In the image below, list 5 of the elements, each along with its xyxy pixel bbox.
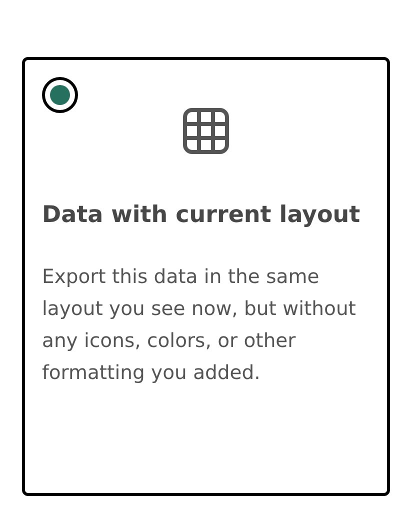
option-card[interactable]: Data with current layout Export this data in the same layout you see now, but without any icons, colors, or other formatting you added. — [22, 57, 390, 496]
radio-button[interactable] — [42, 77, 78, 113]
table-icon — [182, 107, 230, 155]
option-description: Export this data in the same layout you see now, but without any icons, colors, or other formatting you added. — [42, 264, 357, 386]
option-title: Data with current layout — [42, 201, 362, 230]
